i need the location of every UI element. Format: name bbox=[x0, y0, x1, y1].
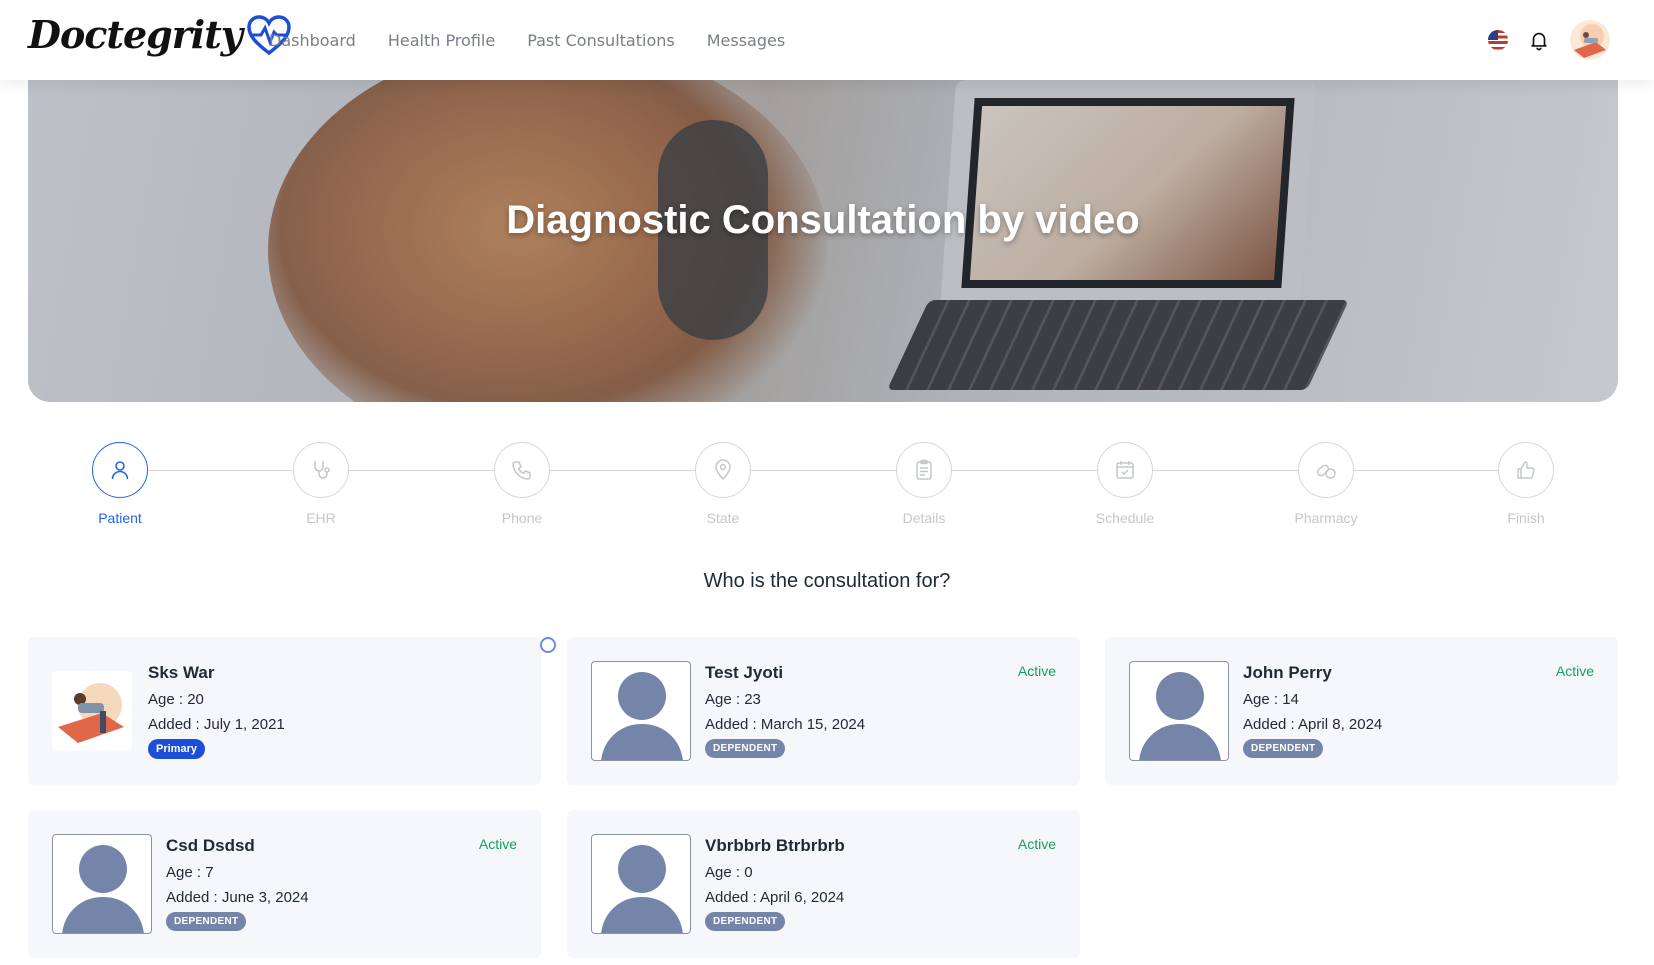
patient-name: Vbrbbrb Btrbrbrb bbox=[705, 836, 845, 855]
step-label: State bbox=[706, 510, 740, 526]
patient-name: Csd Dsdsd bbox=[166, 836, 255, 855]
brand-name: Doctegrity bbox=[28, 12, 243, 57]
patient-card[interactable]: John Perry Age : 14 Added : April 8, 202… bbox=[1105, 637, 1618, 785]
header-actions bbox=[1488, 20, 1610, 60]
step-finish[interactable]: Finish bbox=[1471, 442, 1581, 526]
step-label: Details bbox=[902, 510, 946, 526]
patient-age: Age : 20 bbox=[148, 691, 204, 708]
default-avatar-icon bbox=[591, 661, 691, 761]
step-phone[interactable]: Phone bbox=[467, 442, 577, 526]
brand-logo[interactable]: Doctegrity bbox=[28, 12, 292, 57]
patient-card[interactable]: Vbrbbrb Btrbrbrb Age : 0 Added : April 6… bbox=[567, 810, 1080, 958]
default-avatar-icon bbox=[1129, 661, 1229, 761]
step-label: Finish bbox=[1507, 510, 1545, 526]
patient-photo bbox=[52, 671, 132, 751]
step-pharmacy[interactable]: Pharmacy bbox=[1271, 442, 1381, 526]
calendar-check-icon bbox=[1116, 461, 1134, 479]
status-label: Active bbox=[1017, 836, 1056, 852]
dependent-badge: DEPENDENT bbox=[705, 739, 786, 758]
step-details[interactable]: Details bbox=[869, 442, 979, 526]
phone-icon bbox=[512, 461, 531, 480]
clipboard-icon bbox=[916, 459, 932, 480]
consultation-question: Who is the consultation for? bbox=[703, 570, 951, 592]
user-icon bbox=[111, 461, 129, 480]
step-label: Patient bbox=[98, 510, 142, 526]
thumbs-up-icon bbox=[1517, 461, 1535, 479]
patient-card[interactable]: Sks War Age : 20 Added : July 1, 2021 Pr… bbox=[28, 637, 541, 785]
patient-age: Age : 0 bbox=[705, 864, 753, 881]
nav-past-consultations[interactable]: Past Consultations bbox=[527, 31, 675, 50]
status-label: Active bbox=[478, 836, 517, 852]
top-navbar: Doctegrity Dashboard Health Profile Past… bbox=[0, 0, 1654, 80]
user-avatar[interactable] bbox=[1570, 20, 1610, 60]
consultation-stepper: Patient EHR Phone State Details Schedule… bbox=[92, 442, 1554, 526]
step-label: Phone bbox=[501, 510, 543, 526]
step-label: Pharmacy bbox=[1294, 510, 1358, 526]
dependent-badge: DEPENDENT bbox=[166, 912, 247, 931]
map-pin-icon bbox=[715, 459, 731, 481]
default-avatar-icon bbox=[52, 834, 152, 934]
nav-dashboard[interactable]: Dashboard bbox=[269, 31, 356, 50]
status-label: Active bbox=[1555, 663, 1594, 679]
patient-added-date: Added : July 1, 2021 bbox=[148, 716, 285, 733]
patient-card[interactable]: Test Jyoti Age : 23 Added : March 15, 20… bbox=[567, 637, 1080, 785]
page-title: Diagnostic Consultation by video bbox=[506, 198, 1140, 242]
status-label: Active bbox=[1017, 663, 1056, 679]
patient-age: Age : 7 bbox=[166, 864, 214, 881]
dependent-badge: DEPENDENT bbox=[1243, 739, 1324, 758]
pills-icon bbox=[1316, 464, 1336, 479]
patient-added-date: Added : March 15, 2024 bbox=[705, 716, 866, 733]
dependent-badge: DEPENDENT bbox=[705, 912, 786, 931]
patient-added-date: Added : April 8, 2024 bbox=[1243, 716, 1383, 733]
step-label: EHR bbox=[306, 510, 336, 526]
step-patient[interactable]: Patient bbox=[65, 442, 175, 526]
main-nav: Dashboard Health Profile Past Consultati… bbox=[269, 0, 785, 80]
bell-icon[interactable] bbox=[1528, 29, 1550, 51]
patient-added-date: Added : June 3, 2024 bbox=[166, 889, 309, 906]
patient-added-date: Added : April 6, 2024 bbox=[705, 889, 845, 906]
patient-name: John Perry bbox=[1243, 663, 1332, 682]
patient-card[interactable]: Csd Dsdsd Age : 7 Added : June 3, 2024 D… bbox=[28, 810, 541, 958]
step-state[interactable]: State bbox=[668, 442, 778, 526]
patient-age: Age : 14 bbox=[1243, 691, 1299, 708]
default-avatar-icon bbox=[591, 834, 691, 934]
step-label: Schedule bbox=[1095, 510, 1155, 526]
selection-radio[interactable] bbox=[540, 637, 556, 653]
step-schedule[interactable]: Schedule bbox=[1070, 442, 1180, 526]
patient-age: Age : 23 bbox=[705, 691, 761, 708]
primary-badge: Primary bbox=[148, 739, 205, 759]
hero-banner: Diagnostic Consultation by video bbox=[28, 80, 1618, 402]
stethoscope-icon bbox=[314, 461, 330, 479]
patient-name: Sks War bbox=[148, 663, 215, 682]
nav-health-profile[interactable]: Health Profile bbox=[388, 31, 495, 50]
us-flag-icon[interactable] bbox=[1488, 30, 1508, 50]
nav-messages[interactable]: Messages bbox=[707, 31, 785, 50]
step-ehr[interactable]: EHR bbox=[266, 442, 376, 526]
patient-name: Test Jyoti bbox=[705, 663, 784, 682]
